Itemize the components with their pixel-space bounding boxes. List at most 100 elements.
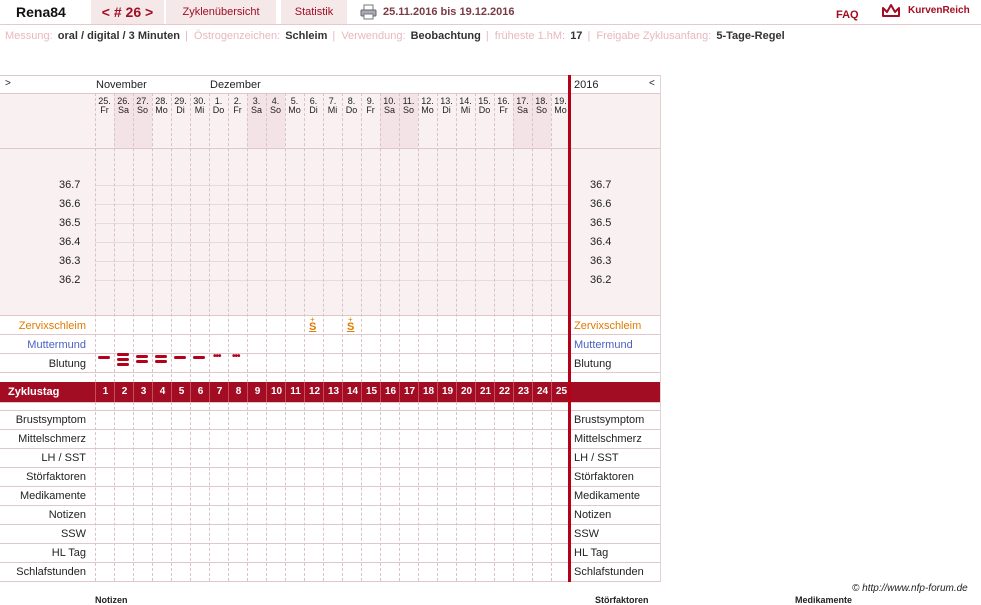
day-grid-line xyxy=(361,402,362,581)
day-weekday: Di xyxy=(442,105,451,115)
row-label-bottom-right: SSW xyxy=(574,528,600,540)
row-label-bottom-right: Störfaktoren xyxy=(574,471,634,483)
bleeding-spotting: ••• xyxy=(232,351,240,362)
cycleday-number: 11 xyxy=(285,382,305,402)
day-grid-line xyxy=(342,93,343,382)
grid-line xyxy=(0,334,660,335)
day-grid-line xyxy=(304,402,305,581)
cycleday-number: 8 xyxy=(228,382,248,402)
cycleday-number: 21 xyxy=(475,382,495,402)
day-grid-line xyxy=(247,402,248,581)
bleeding-spotting: ••• xyxy=(213,351,221,362)
grid-line xyxy=(0,402,660,403)
row-label-bottom-right: Mittelschmerz xyxy=(574,433,642,445)
row-label-bottom-right: LH / SST xyxy=(574,452,619,464)
cycleday-number: 23 xyxy=(513,382,533,402)
day-weekday: Di xyxy=(176,105,185,115)
grid-line xyxy=(0,467,660,468)
day-weekday: Fr xyxy=(499,105,508,115)
mucus-symbol: S xyxy=(309,321,317,333)
day-grid-line xyxy=(171,402,172,581)
day-weekday: Sa xyxy=(117,105,129,115)
day-weekday: Do xyxy=(478,105,491,115)
temp-label-left: 36.5 xyxy=(59,217,81,229)
grid-line xyxy=(0,562,660,563)
day-grid-line xyxy=(95,93,96,382)
nav-prev-button[interactable]: > xyxy=(5,78,11,89)
day-grid-line xyxy=(133,402,134,581)
row-label-bottom-right: Brustsymptom xyxy=(574,414,645,426)
temp-grid-line xyxy=(95,242,568,243)
day-grid-line xyxy=(228,93,229,382)
day-grid-line xyxy=(513,402,514,581)
cycleday-number: 2 xyxy=(114,382,134,402)
temp-label-left: 36.3 xyxy=(59,255,81,267)
cycleday-number: 6 xyxy=(190,382,210,402)
grid-line xyxy=(0,486,660,487)
chart-bg-right xyxy=(571,93,660,315)
row-label-zervix: Zervixschleim xyxy=(18,320,86,332)
day-weekday: Do xyxy=(212,105,225,115)
cycleday-number: 13 xyxy=(323,382,343,402)
bleeding-heavy xyxy=(117,353,129,356)
row-label-bottom: Notizen xyxy=(48,509,86,521)
day-grid-line xyxy=(456,402,457,581)
row-label-bottom: Brustsymptom xyxy=(15,414,86,426)
day-weekday: Sa xyxy=(516,105,528,115)
bleeding-light xyxy=(174,356,186,359)
day-grid-line xyxy=(437,93,438,382)
bleeding-medium xyxy=(155,355,167,358)
day-weekday: Fr xyxy=(100,105,109,115)
cycleday-number: 10 xyxy=(266,382,286,402)
chart-layer: 36.7 36.7 36.6 36.6 36.5 36.5 36.4 36.4 36.3 36.3… xyxy=(0,0,981,601)
grid-line xyxy=(0,75,660,76)
temp-label-right: 36.2 xyxy=(590,274,612,286)
row-label-bottom-right: Notizen xyxy=(574,509,612,521)
temp-label-left: 36.4 xyxy=(59,236,81,248)
day-grid-line xyxy=(209,93,210,382)
day-grid-line xyxy=(152,402,153,581)
day-grid-line xyxy=(494,402,495,581)
day-grid-line xyxy=(228,402,229,581)
cycleday-number: 24 xyxy=(532,382,552,402)
day-weekday: Mi xyxy=(194,105,205,115)
day-grid-line xyxy=(475,93,476,382)
row-label-right-muttermund: Muttermund xyxy=(574,339,633,351)
temp-label-right: 36.5 xyxy=(590,217,612,229)
cycleday-label: Zyklustag xyxy=(8,386,60,398)
cycleday-number: 18 xyxy=(418,382,438,402)
temp-label-left: 36.2 xyxy=(59,274,81,286)
grid-line xyxy=(0,372,660,373)
day-grid-line xyxy=(285,402,286,581)
day-weekday: Sa xyxy=(250,105,262,115)
day-weekday: So xyxy=(269,105,281,115)
grid-line xyxy=(0,93,660,94)
grid-line xyxy=(0,429,660,430)
day-weekday: Mi xyxy=(327,105,338,115)
temp-grid-line xyxy=(95,185,568,186)
day-grid-line xyxy=(285,93,286,382)
cycleday-bar: Zyklustag 1 2 3 4 5 6 7 8 9 10 11 12 13 14 15 16 17 18 19 2… xyxy=(0,382,660,402)
day-grid-line xyxy=(437,402,438,581)
day-grid-line xyxy=(190,93,191,382)
temp-label-right: 36.4 xyxy=(590,236,612,248)
day-grid-line xyxy=(323,93,324,382)
day-weekday: So xyxy=(136,105,148,115)
nav-next-button[interactable]: < xyxy=(649,78,655,89)
day-weekday: Mi xyxy=(460,105,471,115)
day-weekday: Do xyxy=(345,105,358,115)
day-grid-line xyxy=(152,93,153,382)
cycleday-number: 12 xyxy=(304,382,324,402)
day-weekday: Mo xyxy=(155,105,168,115)
cycleday-number: 3 xyxy=(133,382,153,402)
bottom-medikamente: Medikamente xyxy=(795,595,853,605)
bleeding-light xyxy=(98,356,110,359)
grid-line xyxy=(0,315,660,316)
day-grid-line xyxy=(532,93,533,382)
day-grid-line xyxy=(323,402,324,581)
row-label-bottom: SSW xyxy=(60,528,86,540)
day-weekday: Sa xyxy=(383,105,395,115)
mucus-symbol: S xyxy=(347,321,355,333)
row-label-bottom: Medikamente xyxy=(19,490,86,502)
day-weekday: Fr xyxy=(366,105,375,115)
